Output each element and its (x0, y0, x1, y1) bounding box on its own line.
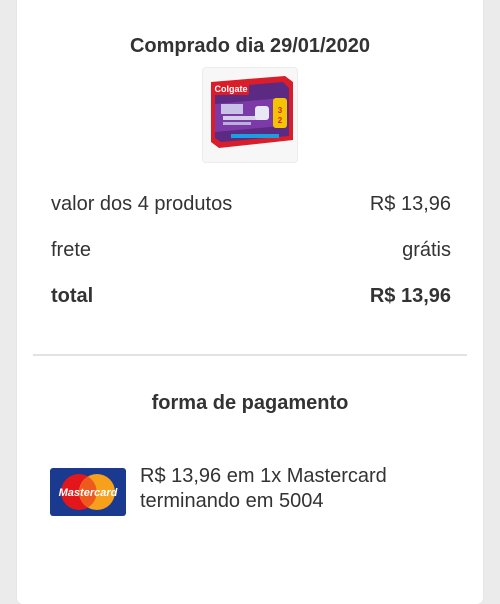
total-row: total R$ 13,96 (51, 284, 451, 308)
mastercard-logo-icon: Mastercard (50, 468, 126, 521)
payment-title: forma de pagamento (151, 392, 349, 414)
product-thumbnail[interactable]: Colgate 3 2 (202, 67, 298, 163)
total-value: R$ 13,96 (369, 285, 451, 307)
svg-text:2: 2 (278, 116, 283, 125)
items-value-row: valor dos 4 produtos R$ 13,96 (51, 192, 451, 216)
product-image: Colgate 3 2 (211, 76, 293, 148)
shipping-value: grátis (402, 239, 451, 261)
total-label: total (51, 285, 94, 307)
purchase-detail-card: Comprado dia 29/01/2020 Colgate 3 2 valo… (17, 0, 483, 604)
payment-description-line2: terminando em 5004 (140, 490, 324, 512)
payment-description: R$ 13,96 em 1x Mastercard terminando em … (140, 464, 460, 514)
items-value: R$ 13,96 (369, 193, 451, 215)
svg-text:Colgate: Colgate (214, 84, 247, 94)
svg-text:3: 3 (278, 106, 283, 115)
section-divider (33, 354, 467, 356)
purchase-date: Comprado dia 29/01/2020 (129, 35, 371, 57)
shipping-label: frete (51, 239, 92, 261)
shipping-row: frete grátis (51, 238, 451, 262)
items-label: valor dos 4 produtos (51, 193, 233, 215)
card-brand-text: Mastercard (59, 487, 118, 499)
payment-description-line1: R$ 13,96 em 1x Mastercard (140, 465, 387, 487)
